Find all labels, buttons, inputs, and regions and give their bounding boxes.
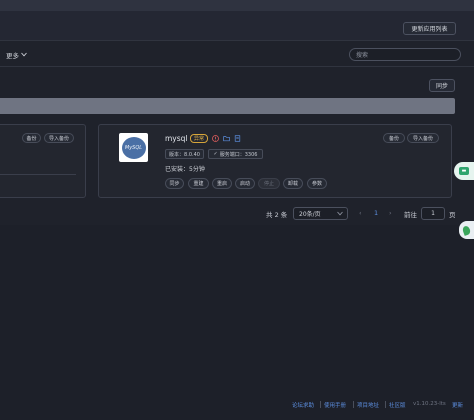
port-tag: ✓ 服务端口：3306 [208,149,263,159]
header-bar: 更新应用列表 [0,11,474,41]
action-start-button[interactable]: 启动 [235,178,255,189]
import-backup-button-left[interactable]: 导入备份 [44,133,74,143]
top-strip [0,0,474,11]
page-size-value: 20条/页 [299,211,321,218]
version-label: v1.10.23-lts [413,401,446,407]
backup-button[interactable]: 备份 [383,133,405,143]
goto-page-input[interactable]: 1 [421,207,445,220]
backup-button-left[interactable]: 备份 [22,133,41,143]
chat-widget[interactable]: ▬ [454,162,474,180]
action-stop-button: 停止 [258,178,280,189]
page-size-select[interactable]: 20条/页 [293,207,348,220]
version-tag: 版本：8.0.40 [165,149,204,159]
sync-button[interactable]: 同步 [429,79,455,92]
action-uninstall-button[interactable]: 卸载 [283,178,303,189]
pagination-total: 共 2 条 [266,211,288,219]
installed-time: 已安装：5分钟 [165,166,205,173]
more-dropdown[interactable]: 更多 [6,50,27,60]
footer-separator [385,401,386,408]
footer-link-forum[interactable]: 论坛求助 [292,401,314,409]
chevron-down-icon [21,51,27,59]
status-badge: 异常 [190,134,209,143]
footer-separator [353,401,354,408]
next-page-icon[interactable]: › [389,209,392,217]
import-backup-button[interactable]: 导入备份 [407,133,439,143]
goto-label: 前往 [404,211,417,219]
page-suffix: 页 [449,211,456,219]
leaf-widget[interactable] [459,221,474,239]
empty-content-area [0,225,474,420]
footer-link-project[interactable]: 项目地址 [357,401,379,409]
search-input[interactable]: 搜索 [349,48,461,61]
footer-link-manual[interactable]: 使用手册 [324,401,346,409]
document-icon[interactable] [234,135,241,142]
prev-page-icon[interactable]: ‹ [359,209,362,217]
footer-separator [320,401,321,408]
upgrade-link[interactable]: 更新 [452,401,463,409]
update-app-list-button[interactable]: 更新应用列表 [403,22,456,35]
footer-link-community[interactable]: 社区版 [389,401,406,409]
chat-icon: ▬ [459,167,469,175]
folder-icon[interactable] [223,135,230,142]
action-params-button[interactable]: 参数 [307,178,327,189]
action-rebuild-button[interactable]: 重建 [188,178,209,189]
more-label: 更多 [6,52,19,60]
mysql-logo: MySQL [119,133,148,162]
action-restart-button[interactable]: 重启 [212,178,232,189]
chevron-down-icon [337,211,343,218]
check-icon: ✓ [213,151,218,157]
app-name: mysql [165,134,188,143]
error-icon[interactable] [212,135,219,142]
leaf-icon [461,224,472,236]
logo-text: MySQL [121,136,146,159]
current-page[interactable]: 1 [374,209,378,217]
divider [0,66,474,67]
notice-bar [0,98,455,114]
action-sync-button[interactable]: 同步 [165,178,184,189]
port-label: 服务端口：3306 [219,151,258,158]
card-divider [0,174,76,175]
